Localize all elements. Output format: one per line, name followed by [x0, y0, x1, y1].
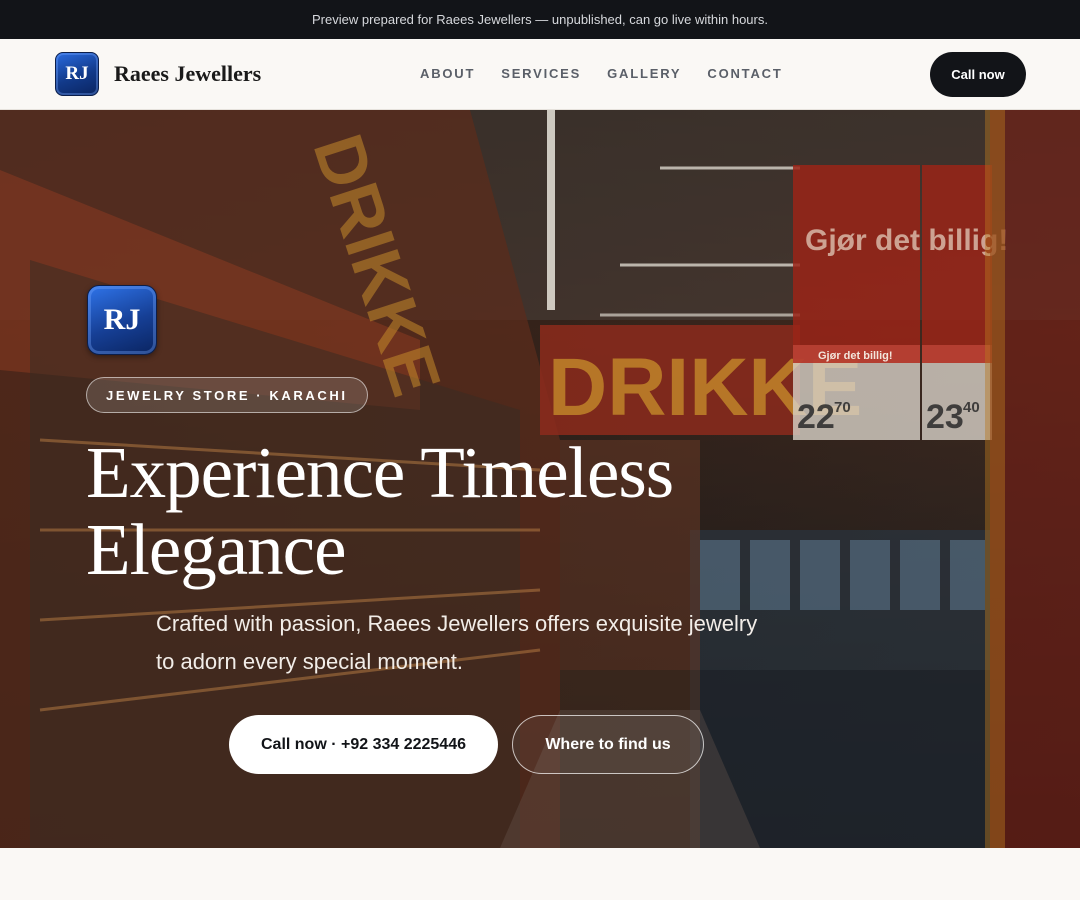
- brand-link[interactable]: RJ Raees Jewellers: [55, 52, 261, 96]
- nav-link-about[interactable]: ABOUT: [420, 66, 475, 81]
- nav-link-gallery[interactable]: GALLERY: [607, 66, 681, 81]
- nav-link-contact[interactable]: CONTACT: [707, 66, 782, 81]
- hero-section: DRIKKE DRIKKE Gjør det billig! Gjør det …: [0, 110, 1080, 848]
- brand-logo-text: RJ: [65, 63, 89, 84]
- header-call-button[interactable]: Call now: [930, 52, 1026, 97]
- hero-logo-text: RJ: [103, 303, 141, 336]
- hero-call-button[interactable]: Call now · +92 334 2225446: [229, 715, 498, 774]
- preview-banner: Preview prepared for Raees Jewellers — u…: [0, 0, 1080, 39]
- brand-name: Raees Jewellers: [114, 61, 262, 86]
- hero-headline-line-2: Elegance: [86, 509, 346, 590]
- category-badge: JEWELRY STORE · KARACHI: [86, 377, 368, 413]
- hero-content: RJ JEWELRY STORE · KARACHI Experience Ti…: [0, 110, 1080, 848]
- find-us-button[interactable]: Where to find us: [512, 715, 704, 774]
- hero-logo: RJ: [87, 285, 157, 355]
- main-nav: ABOUT SERVICES GALLERY CONTACT: [420, 66, 783, 81]
- hero-subtitle: Crafted with passion, Raees Jewellers of…: [156, 611, 758, 674]
- hero-headline: Experience Timeless Elegance: [86, 434, 806, 588]
- hero-headline-line-1: Experience Timeless: [86, 432, 674, 513]
- brand-logo: RJ: [55, 52, 99, 96]
- nav-link-services[interactable]: SERVICES: [501, 66, 581, 81]
- preview-banner-text: Preview prepared for Raees Jewellers — u…: [312, 12, 768, 27]
- site-header: RJ Raees Jewellers ABOUT SERVICES GALLER…: [0, 39, 1080, 110]
